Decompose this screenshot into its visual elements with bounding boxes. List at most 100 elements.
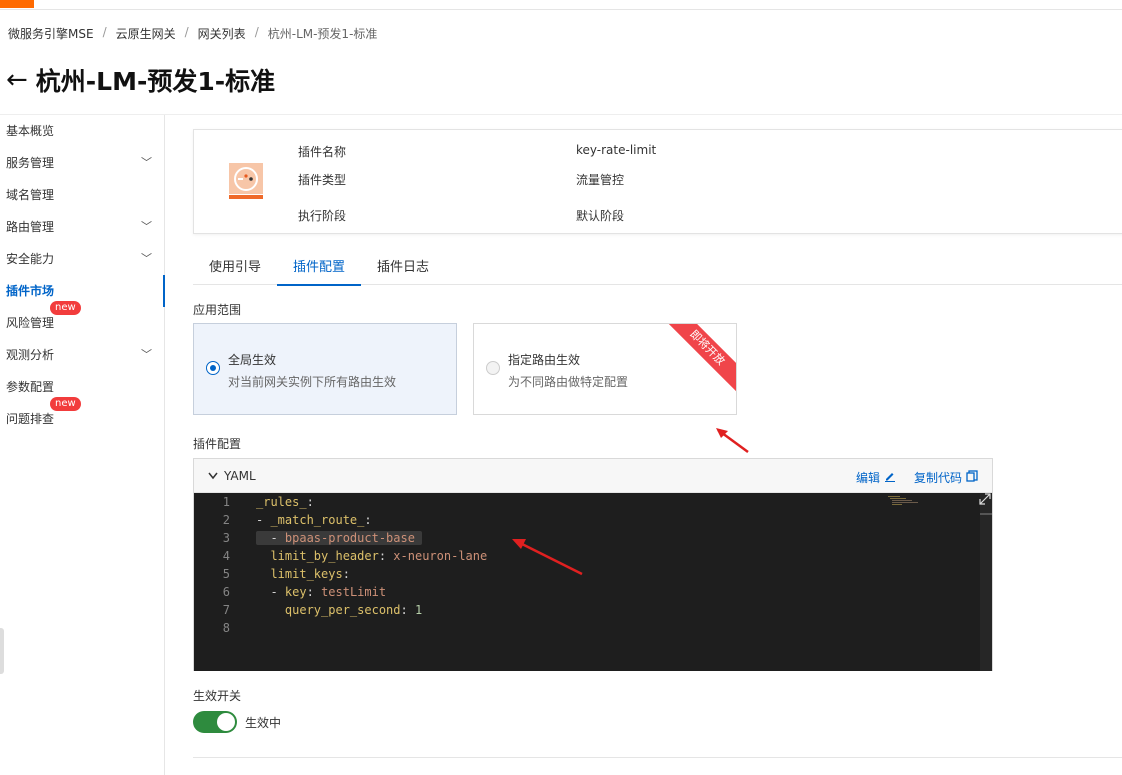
sidebar: 基本概览 服务管理 ﹀ 域名管理 路由管理 ﹀ 安全能力 ﹀ 插件市场 风险管理 new…: [0, 115, 165, 775]
breadcrumb-current: 杭州-LM-预发1-标准: [267, 27, 378, 41]
pencil-icon: [884, 473, 895, 482]
edit-button[interactable]: 编辑: [856, 469, 896, 486]
sidebar-item-label: 域名管理: [6, 188, 55, 202]
sidebar-item-security[interactable]: 安全能力 ﹀: [0, 243, 164, 275]
title-divider: [0, 114, 1122, 115]
breadcrumb-separator: /: [102, 25, 107, 39]
sidebar-item-label: 风险管理: [6, 316, 55, 330]
sidebar-item-label: 路由管理: [6, 220, 55, 234]
config-label: 插件配置: [193, 437, 242, 451]
scrollbar-thumb[interactable]: [980, 513, 992, 523]
route-scope-radio: [486, 361, 500, 375]
new-badge: new: [50, 397, 81, 411]
sidebar-item-parameters[interactable]: 参数配置: [0, 371, 164, 403]
sidebar-item-label: 安全能力: [6, 252, 55, 266]
plugin-type-label: 插件类型: [298, 173, 347, 187]
page-title: ← 杭州-LM-预发1-标准: [6, 62, 275, 98]
sidebar-item-route-management[interactable]: 路由管理 ﹀: [0, 211, 164, 243]
back-arrow-icon[interactable]: ←: [6, 65, 28, 95]
breadcrumb-separator: /: [184, 25, 189, 39]
code-line: 3 - bpaas-product-base: [194, 529, 984, 547]
plugin-stage-value: 默认阶段: [576, 209, 625, 223]
code-line: 6 - key: testLimit: [194, 583, 984, 601]
yaml-collapse-toggle[interactable]: YAML: [208, 469, 256, 483]
line-number: 5: [222, 567, 230, 581]
code-text: _rules_:: [256, 495, 314, 509]
sidebar-collapse-handle[interactable]: [0, 628, 4, 674]
chevron-down-icon: ﹀: [141, 156, 152, 169]
copy-label: 复制代码: [914, 471, 963, 485]
annotation-arrow: [716, 428, 749, 454]
sidebar-item-label: 观测分析: [6, 348, 55, 362]
code-line: 2 - _match_route_:: [194, 511, 984, 529]
code-line: 1 _rules_:: [194, 493, 984, 511]
copy-code-button[interactable]: 复制代码: [914, 469, 978, 486]
line-number: 2: [222, 513, 230, 527]
coming-soon-ribbon: 即将开放: [661, 324, 736, 394]
plugin-name-value: key-rate-limit: [576, 143, 657, 157]
global-scope-radio[interactable]: [206, 361, 220, 375]
toggle-state-label: 生效中: [245, 716, 282, 730]
scope-option-global[interactable]: 全局生效 对当前网关实例下所有路由生效: [193, 323, 457, 415]
plugin-tabs: 使用引导 插件配置 插件日志: [193, 249, 1122, 286]
chevron-down-icon: ﹀: [141, 348, 152, 361]
top-bar: [0, 0, 1122, 10]
chevron-down-icon: ﹀: [141, 252, 152, 265]
route-scope-title: 指定路由生效: [508, 353, 581, 367]
chevron-down-icon: ﹀: [141, 220, 152, 233]
line-number: 3: [222, 531, 230, 545]
code-text: query_per_second: 1: [284, 603, 423, 617]
yaml-editor: YAML 编辑 复制代码 1 _rules_: 2 - _match_route_:…: [193, 458, 993, 671]
chevron-down-icon: [208, 472, 218, 480]
sidebar-item-label: 插件市场: [6, 284, 55, 298]
sidebar-item-label: 参数配置: [6, 380, 55, 394]
sidebar-item-domain-management[interactable]: 域名管理: [0, 179, 164, 211]
tab-plugin-logs[interactable]: 插件日志: [361, 249, 445, 285]
toggle-knob: [217, 713, 235, 731]
yaml-lang-label: YAML: [224, 469, 256, 483]
code-text: - _match_route_:: [256, 513, 372, 527]
sidebar-item-label: 基本概览: [6, 124, 55, 138]
switch-label: 生效开关: [193, 689, 242, 703]
breadcrumb: 微服务引擎MSE / 云原生网关 / 网关列表 / 杭州-LM-预发1-标准: [8, 25, 377, 42]
code-line: 8: [194, 619, 984, 637]
breadcrumb-cloud-gateway[interactable]: 云原生网关: [116, 25, 176, 42]
code-line: 4 limit_by_header: x-neuron-lane: [194, 547, 984, 565]
code-text: limit_by_header: x-neuron-lane: [270, 549, 488, 563]
tab-usage-guide[interactable]: 使用引导: [193, 249, 277, 285]
sidebar-item-label: 问题排查: [6, 412, 55, 426]
plugin-type-value: 流量管控: [576, 173, 625, 187]
plugin-gauge-icon: [229, 163, 263, 199]
editor-header: YAML 编辑 复制代码: [194, 459, 992, 493]
line-number: 4: [222, 549, 230, 563]
global-scope-title: 全局生效: [228, 353, 277, 367]
sidebar-item-label: 服务管理: [6, 156, 55, 170]
line-number: 6: [222, 585, 230, 599]
code-text: - bpaas-product-base: [256, 529, 423, 547]
code-area[interactable]: 1 _rules_: 2 - _match_route_: 3 - bpaas-pr…: [194, 493, 992, 671]
breadcrumb-mse[interactable]: 微服务引擎MSE: [8, 25, 94, 42]
line-number: 7: [222, 603, 230, 617]
tab-plugin-config[interactable]: 插件配置: [277, 249, 362, 286]
line-number: 8: [222, 621, 230, 635]
global-scope-desc: 对当前网关实例下所有路由生效: [228, 375, 397, 389]
brand-logo[interactable]: [0, 0, 34, 8]
sidebar-item-service-management[interactable]: 服务管理 ﹀: [0, 147, 164, 179]
minimap[interactable]: [888, 495, 922, 507]
sidebar-item-observability[interactable]: 观测分析 ﹀: [0, 339, 164, 371]
sidebar-item-overview[interactable]: 基本概览: [0, 115, 164, 147]
code-text: limit_keys:: [270, 567, 350, 581]
plugin-stage-label: 执行阶段: [298, 209, 347, 223]
breadcrumb-gateway-list[interactable]: 网关列表: [198, 25, 246, 42]
sidebar-item-risk-management[interactable]: 风险管理 new: [0, 301, 164, 339]
expand-icon[interactable]: [979, 493, 991, 505]
sidebar-item-troubleshooting[interactable]: 问题排查 new: [0, 397, 164, 435]
scope-label: 应用范围: [193, 303, 242, 317]
plugin-name-label: 插件名称: [298, 145, 347, 159]
editor-scrollbar[interactable]: [980, 493, 992, 671]
enable-toggle[interactable]: [193, 711, 237, 733]
plugin-info-card: 插件名称 key-rate-limit 插件类型 流量管控 执行阶段 默认阶段: [193, 129, 1122, 234]
sidebar-item-plugin-market[interactable]: 插件市场: [0, 275, 165, 307]
edit-label: 编辑: [856, 471, 881, 485]
page-title-text: 杭州-LM-预发1-标准: [35, 67, 276, 96]
